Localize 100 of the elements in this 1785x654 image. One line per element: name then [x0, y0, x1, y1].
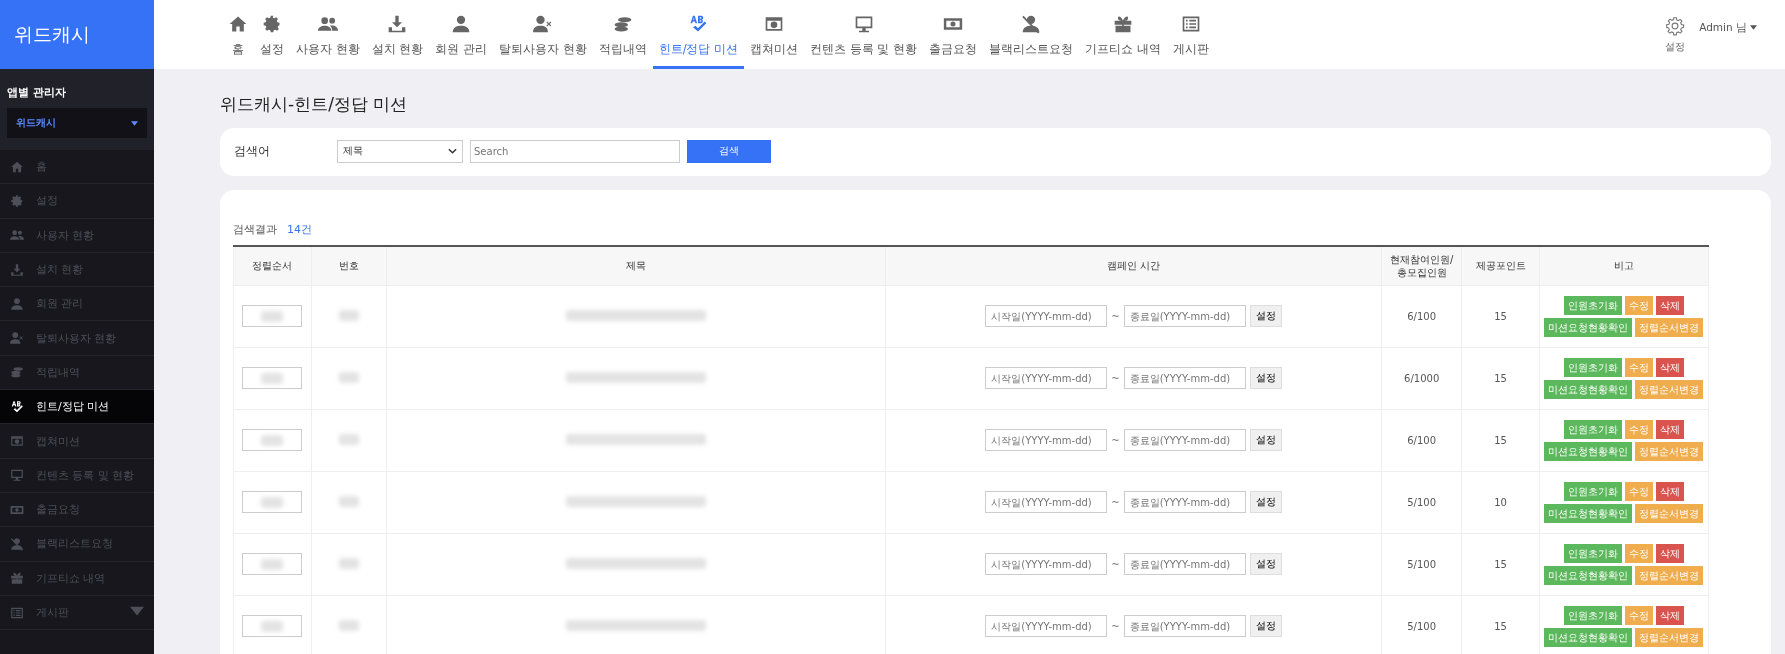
- column-header: 정렬순서: [233, 246, 312, 285]
- end-date-field[interactable]: 종료일(YYYY-mm-dd): [1123, 553, 1246, 575]
- action-button[interactable]: 인원초기화: [1563, 295, 1622, 315]
- table-cell: 15: [1461, 285, 1540, 347]
- sidebar-item[interactable]: 힌트/정답 미션: [0, 390, 154, 425]
- nav-tab[interactable]: 출금요청: [923, 0, 984, 69]
- action-button[interactable]: 수정: [1624, 357, 1653, 377]
- action-button[interactable]: 정렬순서변경: [1635, 503, 1704, 523]
- set-button[interactable]: 설정: [1249, 367, 1282, 389]
- start-date-field[interactable]: 시작일(YYYY-mm-dd): [985, 553, 1108, 575]
- nav-tab[interactable]: 캡쳐미션: [744, 0, 805, 69]
- nav-tab[interactable]: 사용자 현황: [290, 0, 366, 69]
- action-button[interactable]: 미션요청현황확인: [1544, 503, 1633, 523]
- user-x-icon: [532, 13, 553, 34]
- nav-tab[interactable]: 블랙리스트요청: [983, 0, 1080, 69]
- sort-order-field[interactable]: [242, 491, 303, 513]
- column-header: 현재참여인원/ 총모집인원: [1381, 246, 1462, 285]
- set-button[interactable]: 설정: [1249, 429, 1282, 451]
- search-field[interactable]: Search: [470, 139, 680, 163]
- action-button[interactable]: 정렬순서변경: [1635, 441, 1704, 461]
- end-date-field[interactable]: 종료일(YYYY-mm-dd): [1123, 367, 1246, 389]
- nav-tab[interactable]: 기프티쇼 내역: [1079, 0, 1167, 69]
- action-button[interactable]: 정렬순서변경: [1635, 379, 1704, 399]
- nav-tab[interactable]: 회원 관리: [429, 0, 493, 69]
- action-button[interactable]: 수정: [1624, 481, 1653, 501]
- user-menu[interactable]: Admin 님: [1699, 20, 1757, 35]
- end-date-field[interactable]: 종료일(YYYY-mm-dd): [1123, 491, 1246, 513]
- action-button[interactable]: 미션요청현황확인: [1544, 379, 1633, 399]
- action-button[interactable]: 인원초기화: [1563, 543, 1622, 563]
- results-label: 검색결과: [233, 222, 277, 237]
- action-button[interactable]: 삭제: [1655, 295, 1684, 315]
- nav-tab[interactable]: 설치 현황: [365, 0, 430, 69]
- sort-order-field[interactable]: [242, 615, 303, 637]
- action-button[interactable]: 미션요청현황확인: [1544, 627, 1633, 647]
- table-cell: 15: [1461, 409, 1540, 471]
- set-button[interactable]: 설정: [1249, 305, 1282, 327]
- action-button[interactable]: 삭제: [1655, 543, 1684, 563]
- sort-order-field[interactable]: [242, 305, 303, 327]
- search-type-select[interactable]: 제목: [337, 139, 463, 163]
- action-button[interactable]: 미션요청현황확인: [1544, 565, 1633, 585]
- redacted-number: [338, 495, 359, 507]
- start-date-field[interactable]: 시작일(YYYY-mm-dd): [985, 429, 1108, 451]
- date-separator: ~: [1111, 372, 1120, 384]
- settings-icon: [1665, 15, 1686, 36]
- set-button[interactable]: 설정: [1249, 553, 1282, 575]
- table-cell: 6/100: [1381, 285, 1462, 347]
- action-button[interactable]: 인원초기화: [1563, 605, 1622, 625]
- action-button[interactable]: 수정: [1624, 295, 1653, 315]
- action-button[interactable]: 미션요청현황확인: [1544, 441, 1633, 461]
- action-button[interactable]: 삭제: [1655, 357, 1684, 377]
- action-button[interactable]: 정렬순서변경: [1635, 565, 1704, 585]
- nav-tab[interactable]: 적립내역: [592, 0, 653, 69]
- nav-tab[interactable]: 힌트/정답 미션: [652, 0, 745, 69]
- nav-tab[interactable]: 게시판: [1166, 0, 1215, 69]
- column-header: 번호: [311, 246, 387, 285]
- set-button[interactable]: 설정: [1249, 491, 1282, 513]
- action-button[interactable]: 삭제: [1655, 605, 1684, 625]
- action-button[interactable]: 수정: [1624, 605, 1653, 625]
- nav-tab[interactable]: 홈: [222, 0, 254, 69]
- nav-tab[interactable]: 설정: [254, 0, 290, 69]
- column-header: 비고: [1539, 246, 1709, 285]
- home-icon: [10, 159, 24, 174]
- user-icon: [10, 296, 24, 311]
- gear-icon: [10, 193, 24, 208]
- search-button[interactable]: 검색: [687, 139, 771, 163]
- sort-order-field[interactable]: [242, 429, 303, 451]
- nav-tab[interactable]: 컨텐츠 등록 및 현황: [804, 0, 924, 69]
- sidebar-section-title: 앱별 관리자: [7, 85, 67, 100]
- download-icon: [387, 13, 408, 34]
- action-button[interactable]: 인원초기화: [1563, 481, 1622, 501]
- start-date-field[interactable]: 시작일(YYYY-mm-dd): [985, 491, 1108, 513]
- start-date-field[interactable]: 시작일(YYYY-mm-dd): [985, 305, 1108, 327]
- brand-logo-bar[interactable]: 위드캐시: [0, 0, 154, 69]
- end-date-field[interactable]: 종료일(YYYY-mm-dd): [1123, 305, 1246, 327]
- column-header: 캠페인 시간: [885, 246, 1382, 285]
- action-button[interactable]: 미션요청현황확인: [1544, 317, 1633, 337]
- start-date-field[interactable]: 시작일(YYYY-mm-dd): [985, 615, 1108, 637]
- start-date-field[interactable]: 시작일(YYYY-mm-dd): [985, 367, 1108, 389]
- action-button[interactable]: 인원초기화: [1563, 357, 1622, 377]
- gift-icon: [10, 571, 24, 586]
- action-button[interactable]: 삭제: [1655, 481, 1684, 501]
- action-button[interactable]: 정렬순서변경: [1635, 317, 1704, 337]
- nav-tab[interactable]: 탈퇴사용자 현황: [492, 0, 593, 69]
- sort-order-field[interactable]: [242, 367, 303, 389]
- end-date-field[interactable]: 종료일(YYYY-mm-dd): [1123, 615, 1246, 637]
- column-header: 제목: [386, 246, 886, 285]
- action-button[interactable]: 인원초기화: [1563, 419, 1622, 439]
- user-slash-icon: [10, 536, 24, 551]
- table-cell: 10: [1461, 471, 1540, 533]
- table-cell: 6/1000: [1381, 347, 1462, 409]
- sort-order-field[interactable]: [242, 553, 303, 575]
- action-button[interactable]: 삭제: [1655, 419, 1684, 439]
- settings-button[interactable]: 설정: [1665, 15, 1686, 54]
- end-date-field[interactable]: 종료일(YYYY-mm-dd): [1123, 429, 1246, 451]
- set-button[interactable]: 설정: [1249, 615, 1282, 637]
- action-button[interactable]: 수정: [1624, 419, 1653, 439]
- action-button[interactable]: 수정: [1624, 543, 1653, 563]
- date-separator: ~: [1111, 434, 1120, 446]
- app-select[interactable]: 위드캐시: [7, 108, 147, 138]
- action-button[interactable]: 정렬순서변경: [1635, 627, 1704, 647]
